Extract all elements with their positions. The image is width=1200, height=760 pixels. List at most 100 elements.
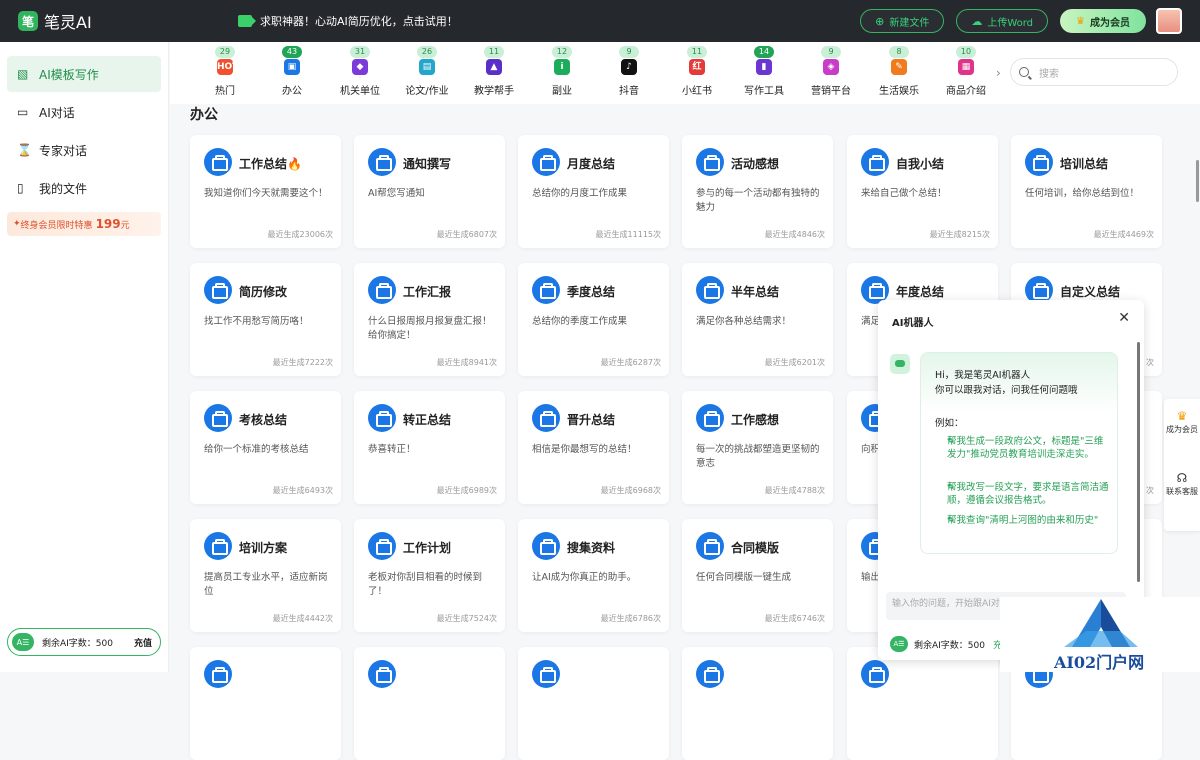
template-card[interactable]: 简历修改 找工作不用愁写简历咯！ 最近生成7222次 <box>190 263 341 376</box>
sidebar-item-label: 专家对话 <box>39 143 88 158</box>
card-description: 满足你各种总结需求！ <box>696 316 792 327</box>
template-card[interactable]: 季度总结 总结你的季度工作成果 最近生成6287次 <box>518 263 669 376</box>
sidebar: ▧ AI模板写作 ▭ AI对话 ⌛ 专家对话 ▯ 我的文件 ✦ 终身会员限时特惠 199… <box>0 42 169 672</box>
briefcase-icon <box>368 404 396 432</box>
template-card[interactable] <box>518 647 669 760</box>
template-card[interactable]: 月度总结 总结你的月度工作成果 最近生成11115次 <box>518 135 669 248</box>
template-card[interactable]: 工作汇报 什么日报周报月报复盘汇报！给你搞定！ 最近生成8941次 <box>354 263 505 376</box>
briefcase-icon <box>204 660 232 688</box>
card-description: AI帮您写通知 <box>368 188 425 199</box>
card-usage-count: 最近生成4846次 <box>764 230 825 239</box>
template-card[interactable]: 自我小结 来给自己做个总结！ 最近生成8215次 <box>847 135 998 248</box>
sidebar-item-label: 我的文件 <box>39 181 88 196</box>
template-card[interactable] <box>682 647 833 760</box>
briefcase-icon <box>204 276 232 304</box>
template-card[interactable]: 通知撰写 AI帮您写通知 最近生成6807次 <box>354 135 505 248</box>
file-icon: ▯ <box>17 181 24 195</box>
top-bar: 笔 笔灵AI 求职神器！心动AI简历优化，点击试用！ ⊕ 新建文件 ☁ 上传Word… <box>0 0 1200 42</box>
example-prompt[interactable]: ✎ 帮我生成一段政府公文，标题是"三维发力"推动党员教育培训走深走实。 <box>935 435 1111 461</box>
card-description: 来给自己做个总结！ <box>861 188 947 199</box>
briefcase-icon <box>696 276 724 304</box>
example-prompt-text: 帮我改写一段文字，要求是语言简洁通顺，遵循会议报告格式。 <box>947 482 1109 506</box>
template-card[interactable]: 转正总结 恭喜转正！ 最近生成6989次 <box>354 391 505 504</box>
category-label: 小红书 <box>682 86 712 97</box>
template-card[interactable]: 工作总结🔥 我知道你们今天就需要这个！ 最近生成23006次 <box>190 135 341 248</box>
template-card[interactable]: 晋升总结 相信是你最想写的总结！ 最近生成6968次 <box>518 391 669 504</box>
card-description: 什么日报周报月报复盘汇报！给你搞定！ <box>368 316 492 341</box>
close-icon[interactable]: ✕ <box>1118 310 1130 326</box>
category-icon: ▦ <box>958 59 974 75</box>
briefcase-icon <box>532 276 560 304</box>
template-card[interactable]: 工作感想 每一次的挑战都塑造更坚韧的意志 最近生成4788次 <box>682 391 833 504</box>
briefcase-icon <box>696 660 724 688</box>
sidebar-item-expert-chat[interactable]: ⌛ 专家对话 <box>7 132 161 168</box>
card-title: 年度总结 <box>896 285 945 299</box>
category-label: 办公 <box>282 86 302 97</box>
example-prompt[interactable]: ✎ 帮我改写一段文字，要求是语言简洁通顺，遵循会议报告格式。 <box>935 481 1111 507</box>
card-description: 给你一个标准的考核总结 <box>204 444 309 455</box>
template-card[interactable] <box>190 647 341 760</box>
promo-banner[interactable]: 求职神器！心动AI简历优化，点击试用！ <box>238 13 458 29</box>
template-card[interactable]: 合同模版 任何合同模版一键生成 最近生成6746次 <box>682 519 833 632</box>
card-title: 考核总结 <box>239 413 288 427</box>
chat-quota-label: 剩余AI字数：500 <box>914 640 985 651</box>
card-description: 老板对你刮目相看的时候到了！ <box>368 572 483 597</box>
template-card[interactable]: 半年总结 满足你各种总结需求！ 最近生成6201次 <box>682 263 833 376</box>
category-bar: 29 HOT 热门 43 ▣ 办公 31 ◆ 机关单位 26 ▤ 论文/作业 11 ▲ 教学帮手 12 i 副业 9… <box>170 42 1200 104</box>
template-card[interactable]: 搜集资料 让AI成为你真正的助手。 最近生成6786次 <box>518 519 669 632</box>
chat-icon: ▭ <box>17 105 29 119</box>
card-title: 自定义总结 <box>1060 285 1121 299</box>
floating-vip-button[interactable]: ♛ 成为会员 <box>1164 399 1200 461</box>
chat-scrollbar[interactable] <box>1137 342 1140 582</box>
template-card[interactable]: 活动感想 参与的每一个活动都有独特的魅力 最近生成4846次 <box>682 135 833 248</box>
floating-side-actions: ♛ 成为会员 ☊ 联系客服 <box>1164 399 1200 531</box>
recharge-button[interactable]: 充值 <box>134 636 152 649</box>
category-label: 副业 <box>552 86 572 97</box>
template-card[interactable] <box>354 647 505 760</box>
card-title: 工作总结🔥 <box>239 157 302 171</box>
sidebar-item-template-writing[interactable]: ▧ AI模板写作 <box>7 56 161 92</box>
card-title: 通知撰写 <box>403 157 452 171</box>
template-card[interactable]: 培训总结 任何培训，给你总结到位！ 最近生成4469次 <box>1011 135 1162 248</box>
briefcase-icon <box>532 660 560 688</box>
user-avatar[interactable] <box>1156 8 1182 34</box>
card-title: 月度总结 <box>567 157 616 171</box>
card-description: 相信是你最想写的总结！ <box>532 444 637 455</box>
app-logo[interactable]: 笔 笔灵AI <box>18 9 208 33</box>
promo-price: 199 <box>95 217 121 231</box>
vip-button[interactable]: ♛ 成为会员 <box>1060 9 1146 33</box>
briefcase-icon <box>1025 148 1053 176</box>
upload-word-button[interactable]: ☁ 上传Word <box>956 9 1049 33</box>
headset-icon: ☊ <box>1176 471 1188 485</box>
example-prompt[interactable]: ✎ 帮我查询"清明上河图的由来和历史" <box>935 514 1111 527</box>
category-count-badge: 11 <box>687 46 707 58</box>
card-title: 半年总结 <box>731 285 780 299</box>
search-placeholder: 搜索 <box>1039 68 1059 80</box>
upload-word-label: 上传Word <box>987 17 1034 29</box>
chevron-right-icon[interactable]: › <box>996 66 1001 80</box>
crown-icon: ♛ <box>1076 15 1085 27</box>
template-card[interactable]: 考核总结 给你一个标准的考核总结 最近生成6493次 <box>190 391 341 504</box>
example-prompt-text: 帮我生成一段政府公文，标题是"三维发力"推动党员教育培训走深走实。 <box>947 436 1104 460</box>
sidebar-item-ai-chat[interactable]: ▭ AI对话 <box>7 94 161 130</box>
chat-input-placeholder: 输入你的问题，开始跟AI对话 <box>892 599 1009 609</box>
page-scrollbar[interactable] <box>1196 160 1199 202</box>
card-title: 活动感想 <box>731 157 780 171</box>
card-usage-count: 最近生成6989次 <box>436 486 497 495</box>
pen-icon: ✎ <box>947 437 955 447</box>
lifetime-vip-promo[interactable]: ✦ 终身会员限时特惠 199 元 <box>7 212 161 236</box>
category-icon: ▤ <box>419 59 435 75</box>
template-card[interactable]: 培训方案 提高员工专业水平，适应新岗位 最近生成4442次 <box>190 519 341 632</box>
new-file-button[interactable]: ⊕ 新建文件 <box>860 9 945 33</box>
watermark: AI02门户网 <box>1000 597 1200 672</box>
template-card[interactable]: 工作计划 老板对你刮目相看的时候到了！ 最近生成7524次 <box>354 519 505 632</box>
template-card[interactable] <box>847 647 998 760</box>
search-input[interactable]: 搜索 <box>1010 58 1178 86</box>
sidebar-item-my-files[interactable]: ▯ 我的文件 <box>7 170 161 206</box>
card-usage-count: 最近生成4469次 <box>1093 230 1154 239</box>
customer-service-button[interactable]: ☊ 联系客服 <box>1164 461 1200 523</box>
category-icon: ♪ <box>621 59 637 75</box>
category-label: 教学帮手 <box>474 86 514 97</box>
card-description: 每一次的挑战都塑造更坚韧的意志 <box>696 444 820 469</box>
card-title: 转正总结 <box>403 413 452 427</box>
